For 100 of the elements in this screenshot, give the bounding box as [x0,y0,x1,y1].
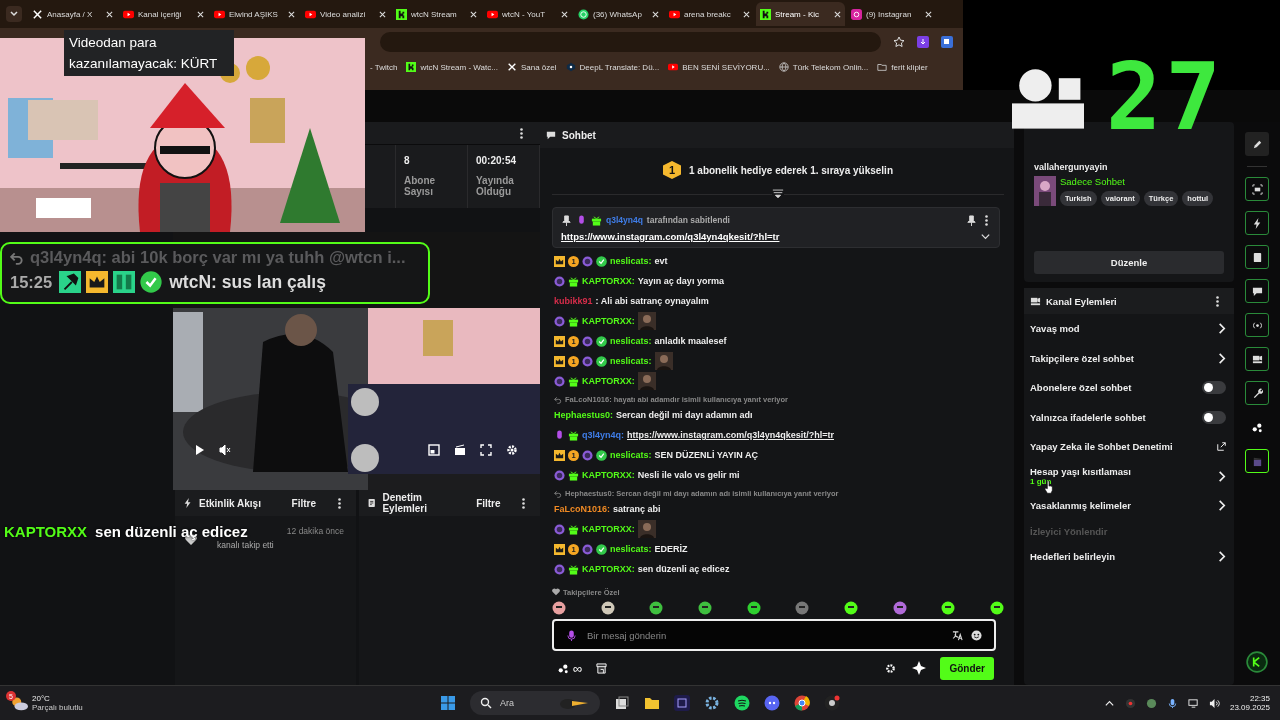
filter-button[interactable]: Filtre [291,497,328,509]
extension-icon[interactable] [917,36,929,48]
folder-icon[interactable] [644,695,660,711]
message-input[interactable]: Bir mesaj gönderin [585,628,944,642]
chevron-right-icon[interactable] [1217,500,1226,512]
settings-icon[interactable] [885,662,897,674]
spotify-icon[interactable] [734,695,750,711]
discord-icon[interactable] [764,695,780,711]
username[interactable]: FaLcoN1016: [554,504,611,514]
star-icon[interactable] [893,36,905,48]
browser-tab[interactable]: Stream - Kic [756,2,845,26]
clock-time[interactable]: 22:35 [1249,694,1270,703]
filter-button[interactable]: Filtre [476,497,513,509]
close-icon[interactable] [379,10,386,18]
chevron-right-icon[interactable] [1217,470,1226,482]
clock-date[interactable]: 23.09.2025 [1229,703,1270,712]
close-icon[interactable] [288,10,295,18]
volume-icon[interactable] [1208,697,1220,709]
record-icon[interactable] [1124,697,1136,709]
emote-icon[interactable] [552,601,566,615]
emote-icon[interactable] [746,601,761,615]
document-icon[interactable] [1245,245,1269,269]
username[interactable]: neslicats: [610,544,652,554]
bookmark[interactable]: BEN SENİ SEVİYORU... [668,62,770,72]
username[interactable]: neslicats: [610,356,652,366]
category-link[interactable]: Sadece Sohbet [1060,176,1214,187]
taskbar-search[interactable]: Ara [470,691,600,715]
emote-icon[interactable] [600,601,615,615]
close-icon[interactable] [106,10,113,18]
edit-button[interactable]: Düzenle [1034,251,1224,274]
chevron-right-icon[interactable] [1217,352,1226,364]
username[interactable]: kubikk91 [554,296,593,306]
browser-tab[interactable]: Video analizi [301,2,390,26]
microphone-icon[interactable] [566,629,577,641]
windows-start-icon[interactable] [440,695,456,711]
close-icon[interactable] [652,10,659,18]
circle-logo-icon[interactable] [1246,651,1268,673]
broadcast-icon[interactable] [1245,313,1269,337]
browser-tab[interactable]: Kanal içeriği [119,2,208,26]
screen-capture-icon[interactable] [1245,177,1269,201]
browser-tab[interactable]: arena breakc [665,2,754,26]
username[interactable]: KAPTORXX: [582,470,635,480]
close-icon[interactable] [561,10,568,18]
message-field[interactable]: Bir mesaj gönderin [552,619,996,651]
username[interactable]: neslicats: [610,256,652,266]
toggle-switch[interactable] [1202,410,1226,424]
username[interactable]: q3l4yn4q [606,215,643,225]
emote-icon[interactable] [941,601,956,615]
tab-list-button[interactable] [6,6,22,22]
network-icon[interactable] [1187,697,1199,709]
pin-icon[interactable] [966,214,977,226]
emote-icon[interactable] [989,601,1004,615]
task-view-icon[interactable] [614,695,630,711]
pinned-link[interactable]: https://www.instagram.com/q3l4yn4qkesit/?hl=tr [561,231,780,242]
username[interactable]: KAPTORXX: [582,564,635,574]
wrench-icon[interactable] [1245,381,1269,405]
setting-item[interactable]: Yapay Zeka ile Sohbet Denetimi [1030,441,1173,453]
username[interactable]: KAPTORXX: [582,524,635,534]
send-button[interactable]: Gönder [940,656,994,680]
emote-icon[interactable] [697,601,712,615]
lightning-icon[interactable] [1245,211,1269,235]
bookmark[interactable]: ferit klipler [877,62,928,72]
settings-icon[interactable] [506,444,518,456]
fullscreen-icon[interactable] [480,444,492,456]
browser-tab[interactable]: (9) Instagran [847,2,936,26]
setting-item[interactable]: Takipçilere özel sohbet [1030,352,1134,364]
username[interactable]: q3l4yn4q: [582,430,624,440]
external-link-icon[interactable] [1217,441,1226,453]
setting-item[interactable]: Yasaklanmış kelimeler [1030,500,1131,512]
setting-item[interactable]: Yavaş mod [1030,323,1080,335]
setting-item[interactable]: Abonelere özel sohbet [1030,382,1132,394]
translate-icon[interactable] [941,36,953,48]
setting-item[interactable]: Yalnızca ifadelerle sohbet [1030,411,1146,423]
camera-icon[interactable] [1245,347,1269,371]
browser-tab[interactable]: Elwind AŞIKS [210,2,299,26]
more-icon[interactable] [337,497,341,509]
more-icon[interactable] [984,214,988,226]
username[interactable]: KAPTORXX: [582,276,635,286]
more-icon[interactable] [519,127,523,139]
chevron-down-icon[interactable] [980,231,991,242]
browser-tab[interactable]: (36) WhatsAp [574,2,663,26]
username[interactable]: KAPTORXX: [582,376,635,386]
bookmark[interactable]: DeepL Translate: Dü... [565,62,660,72]
obs-icon[interactable] [824,695,840,711]
chrome-icon[interactable] [794,695,810,711]
bookmark[interactable]: wtcN Stream - Watc... [406,62,498,72]
browser-tab[interactable]: wtcN Stream [392,2,481,26]
mini-player-icon[interactable] [428,444,440,456]
more-icon[interactable] [1215,295,1219,307]
points-icon[interactable] [558,662,569,674]
status-icon[interactable] [1145,697,1157,709]
close-icon[interactable] [834,10,841,18]
close-icon[interactable] [470,10,477,18]
browser-tab[interactable]: wtcN - YouT [483,2,572,26]
collapse-icon[interactable] [772,189,784,198]
username[interactable]: Hephaestus0: [554,410,614,420]
microphone-icon[interactable] [1166,697,1178,709]
play-icon[interactable] [193,444,205,456]
mute-icon[interactable] [219,444,231,456]
sparkle-icon[interactable] [912,661,927,675]
